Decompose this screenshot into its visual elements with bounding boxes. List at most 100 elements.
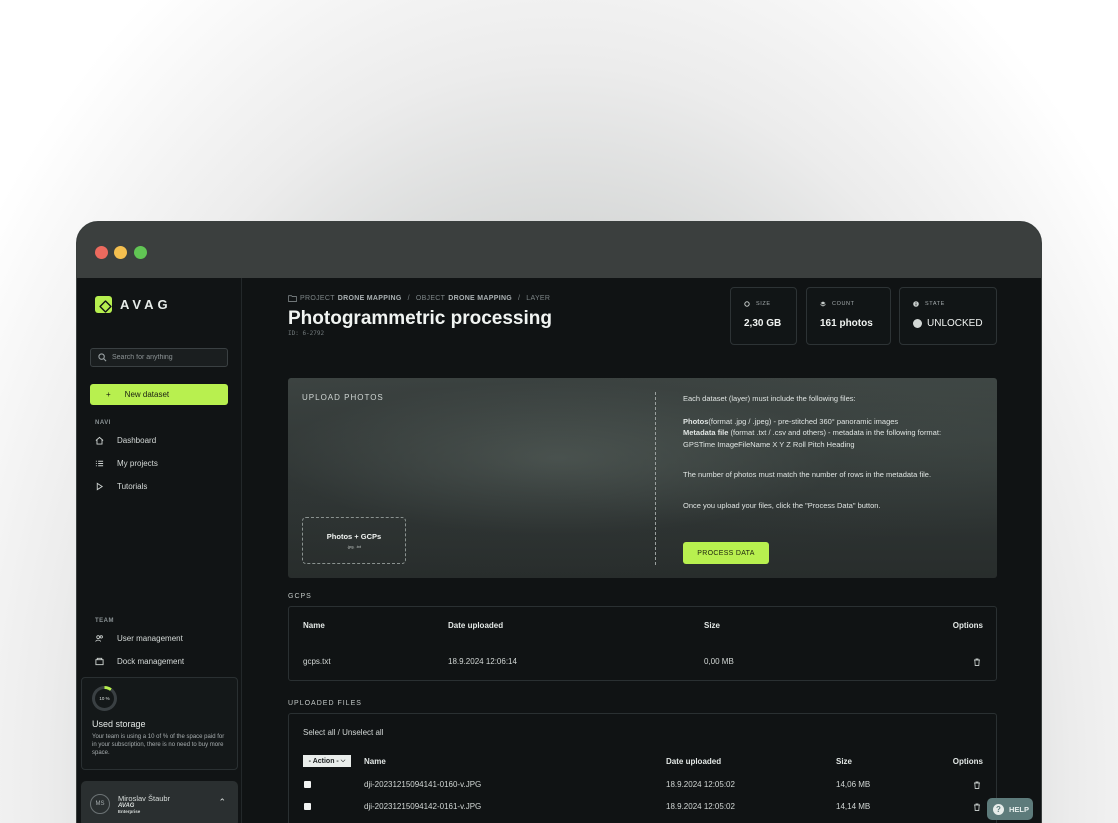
bulk-action-select[interactable]: - Action - ⌵ (303, 755, 351, 767)
sidebar-item-label: Dashboard (117, 436, 157, 445)
file-name: dji-20231215094142-0161-v.JPG (364, 802, 482, 811)
info-metadata-text: (format .txt / .csv and others) - metada… (728, 428, 942, 437)
sidebar-item-dock-management[interactable]: Dock management (95, 657, 184, 666)
storage-percent: 10 % (95, 689, 114, 708)
storage-description: Your team is using a 10 of % of the spac… (92, 734, 225, 756)
sidebar-item-dashboard[interactable]: Dashboard (95, 436, 156, 445)
logo[interactable]: AVAG (95, 296, 172, 313)
info-rows: The number of photos must match the numb… (683, 470, 932, 479)
column-header-name: Name (303, 621, 325, 630)
app-content: AVAG + New dataset NAVI Dashboard My pro… (77, 278, 1041, 823)
gcps-file-size: 0,00 MB (704, 657, 734, 666)
users-icon (95, 635, 103, 642)
minimize-window-button[interactable] (114, 246, 127, 259)
main-content: PROJECT DRONE MAPPING / OBJECT DRONE MAP… (243, 278, 1041, 823)
trash-icon[interactable] (973, 658, 981, 666)
column-header-name: Name (364, 757, 386, 766)
help-label: HELP (1009, 804, 1030, 814)
close-window-button[interactable] (95, 246, 108, 259)
bulk-action-label: - Action - (308, 757, 339, 765)
sidebar-item-user-management[interactable]: User management (95, 634, 183, 643)
breadcrumb-layer-label: LAYER (526, 295, 551, 302)
home-icon (95, 436, 104, 445)
gcps-file-name: gcps.txt (303, 657, 331, 666)
trash-icon[interactable] (973, 781, 981, 789)
breadcrumb-separator: / (407, 295, 410, 302)
divider (655, 392, 656, 565)
user-name: Miroslav Štaubr (118, 794, 171, 803)
sidebar-item-label: User management (117, 634, 183, 643)
new-dataset-button[interactable]: + New dataset (90, 384, 228, 405)
state-indicator (913, 319, 922, 328)
app-window: AVAG + New dataset NAVI Dashboard My pro… (76, 221, 1042, 823)
dropzone-title: Photos + GCPs (326, 532, 382, 541)
breadcrumb-project[interactable]: DRONE MAPPING (338, 295, 402, 302)
gcps-table: Name Date uploaded Size Options gcps.txt… (288, 606, 997, 681)
dock-icon (95, 657, 104, 666)
breadcrumb-object[interactable]: DRONE MAPPING (448, 295, 512, 302)
avatar: MS (90, 794, 110, 814)
photos-gcps-dropzone[interactable]: Photos + GCPs .jpg, .txt (302, 517, 406, 564)
info-photos-label: Photos (683, 416, 709, 426)
column-header-date: Date uploaded (448, 621, 504, 630)
column-header-options: Options (952, 621, 983, 630)
user-menu[interactable]: MS Miroslav Štaubr AVAG Enterprise ⌃ (81, 781, 238, 823)
info-icon (913, 301, 919, 307)
stat-value: 161 photos (820, 318, 873, 329)
search-input[interactable] (112, 354, 222, 361)
window-titlebar (77, 222, 1041, 278)
gcps-file-date: 18.9.2024 12:06:14 (448, 657, 517, 666)
file-size: 14,06 MB (836, 780, 871, 789)
stat-count: COUNT 161 photos (806, 287, 891, 345)
file-date: 18.9.2024 12:05:02 (666, 780, 735, 789)
stat-label: COUNT (832, 301, 855, 307)
uploaded-files-table: Select all / Unselect all - Action - ⌵ N… (288, 713, 997, 823)
nav-heading: NAVI (95, 420, 111, 426)
circle-icon (744, 301, 750, 307)
chevron-down-icon: ⌵ (340, 757, 346, 764)
column-header-date: Date uploaded (666, 757, 722, 766)
chevron-up-icon[interactable]: ⌃ (218, 797, 226, 808)
info-format: GPSTime ImageFileName X Y Z Roll Pitch H… (683, 439, 855, 449)
info-intro: Each dataset (layer) must include the fo… (683, 394, 856, 403)
plus-icon: + (106, 390, 111, 399)
column-header-options: Options (952, 757, 983, 766)
team-heading: TEAM (95, 618, 114, 624)
help-button[interactable]: ? HELP (987, 798, 1033, 820)
info-metadata-label: Metadata file (683, 428, 729, 437)
sidebar-item-tutorials[interactable]: Tutorials (95, 482, 147, 491)
info-once: Once you upload your files, click the "P… (683, 500, 881, 510)
row-checkbox[interactable] (304, 781, 311, 788)
stat-value: 2,30 GB (744, 318, 782, 329)
logo-text: AVAG (120, 297, 172, 312)
list-icon (95, 460, 104, 467)
stat-label: SIZE (756, 301, 771, 307)
maximize-window-button[interactable] (134, 246, 147, 259)
stat-size: SIZE 2,30 GB (730, 287, 797, 345)
sidebar-item-label: Tutorials (117, 482, 148, 491)
row-checkbox[interactable] (304, 803, 311, 810)
file-name: dji-20231215094141-0160-v.JPG (364, 780, 482, 789)
folder-icon (288, 295, 297, 302)
stat-value: UNLOCKED (927, 318, 983, 329)
sidebar-item-label: Dock management (117, 657, 185, 666)
select-all-link[interactable]: Select all / Unselect all (303, 728, 383, 737)
search-icon (98, 353, 107, 362)
gcps-section-label: GCPS (288, 593, 312, 600)
search-box[interactable] (90, 348, 228, 367)
file-date: 18.9.2024 12:05:02 (666, 802, 735, 811)
layers-icon (820, 301, 826, 307)
info-photos-text: (format .jpg / .jpeg) - pre-stitched 360… (708, 416, 899, 426)
storage-card: 10 % Used storage Your team is using a 1… (81, 677, 238, 770)
upload-instructions: Each dataset (layer) must include the fo… (683, 393, 993, 511)
trash-icon[interactable] (973, 803, 981, 811)
stat-label: STATE (925, 301, 945, 307)
play-icon (96, 482, 104, 491)
sidebar: AVAG + New dataset NAVI Dashboard My pro… (77, 278, 242, 823)
process-data-button[interactable]: PROCESS DATA (683, 542, 769, 564)
column-header-size: Size (704, 621, 721, 630)
breadcrumb-project-label: PROJECT (300, 295, 335, 302)
storage-title: Used storage (92, 719, 146, 729)
column-header-size: Size (836, 757, 853, 766)
sidebar-item-my-projects[interactable]: My projects (95, 459, 158, 468)
